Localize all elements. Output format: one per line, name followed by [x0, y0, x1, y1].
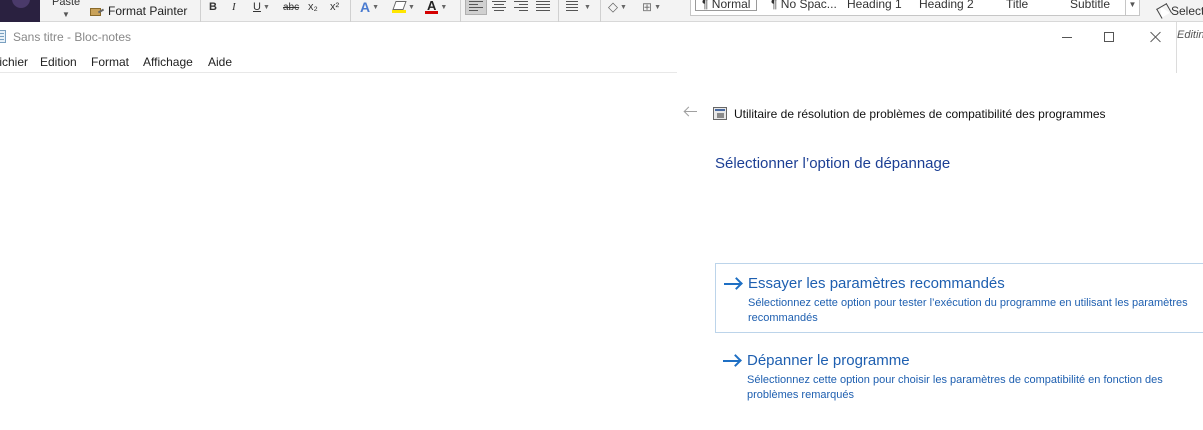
close-icon [1150, 31, 1162, 43]
arrow-right-icon [724, 278, 742, 290]
italic-button[interactable]: I [232, 0, 236, 14]
notepad-text-area[interactable] [0, 74, 677, 430]
minimize-button[interactable] [1044, 22, 1090, 52]
menu-affichage[interactable]: Affichage [143, 55, 193, 69]
ribbon-divider [558, 0, 559, 22]
troubleshooter-window: Utilitaire de résolution de problèmes de… [677, 73, 1203, 430]
format-painter-icon [90, 6, 104, 16]
align-left-button[interactable] [465, 0, 487, 15]
style-heading-1[interactable]: Heading 1 [847, 0, 902, 11]
style-heading-2[interactable]: Heading 2 [919, 0, 974, 11]
notepad-icon [0, 30, 6, 43]
align-center-button[interactable] [492, 1, 506, 13]
text-effects-button[interactable]: A ▼ [360, 0, 379, 15]
font-color-icon: A [425, 0, 439, 14]
minimize-icon [1062, 36, 1072, 38]
ribbon-divider [200, 0, 201, 22]
account-area [0, 0, 40, 22]
arrow-right-icon [723, 355, 741, 367]
select-label: Select [1171, 4, 1203, 18]
style-normal[interactable]: ¶ Normal [695, 0, 758, 11]
highlighter-icon [392, 1, 406, 13]
shading-button[interactable]: ◇ ▼ [608, 0, 627, 14]
underline-label: U [253, 1, 261, 13]
text-effects-icon: A [360, 0, 371, 15]
ribbon-divider [460, 0, 461, 22]
underline-dropdown-icon[interactable]: ▼ [263, 4, 270, 11]
highlight-button[interactable]: ▼ [392, 0, 415, 14]
notepad-menu-bar: Fichier Edition Format Affichage Aide [0, 52, 677, 73]
paste-dropdown-icon[interactable]: ▼ [62, 10, 70, 19]
option-troubleshoot-program[interactable]: Dépanner le programme Sélectionnez cette… [715, 341, 1203, 411]
option-description: Sélectionnez cette option pour tester l’… [748, 297, 1188, 324]
option-recommended-settings[interactable]: Essayer les paramètres recommandés Sélec… [715, 263, 1203, 333]
notepad-title-bar[interactable]: Sans titre - Bloc-notes [0, 22, 1176, 52]
align-right-button[interactable] [514, 1, 528, 13]
highlight-dropdown-icon[interactable]: ▼ [408, 4, 415, 11]
maximize-icon [1104, 32, 1114, 42]
editing-label: Editing [1177, 29, 1203, 41]
borders-button[interactable]: ⊞ ▼ [642, 0, 661, 14]
font-color-button[interactable]: A ▼ [425, 0, 447, 14]
style-subtitle[interactable]: Subtitle [1070, 0, 1110, 11]
word-ribbon: Paste ▼ Format Painter B I U ▼ abc x₂ x²… [0, 0, 1203, 22]
menu-edition[interactable]: Edition [40, 55, 77, 69]
line-spacing-button[interactable] [566, 1, 580, 13]
superscript-button[interactable]: x² [330, 0, 339, 14]
menu-format[interactable]: Format [91, 55, 129, 69]
style-title[interactable]: Title [1006, 0, 1028, 11]
subscript-button[interactable]: x₂ [308, 0, 318, 14]
option-title: Dépanner le programme [747, 352, 910, 369]
select-button[interactable]: Select [1156, 4, 1203, 18]
menu-fichier[interactable]: Fichier [0, 55, 28, 69]
page-heading: Sélectionner l’option de dépannage [715, 155, 951, 172]
font-color-dropdown-icon[interactable]: ▼ [440, 4, 447, 11]
styles-more-icon[interactable]: ▼ [1125, 0, 1139, 16]
format-painter-button[interactable]: Format Painter [90, 4, 187, 18]
underline-button[interactable]: U ▼ [253, 0, 270, 14]
back-arrow-icon[interactable] [683, 106, 699, 118]
select-cursor-icon [1156, 4, 1170, 18]
strikethrough-button[interactable]: abc [283, 0, 299, 14]
troubleshooter-title: Utilitaire de résolution de problèmes de… [734, 107, 1106, 121]
troubleshooter-icon [713, 107, 727, 120]
notepad-title: Sans titre - Bloc-notes [13, 30, 132, 44]
styles-gallery: ¶ Normal ¶ No Spac... Heading 1 Heading … [690, 0, 1140, 16]
paste-button[interactable]: Paste [52, 0, 80, 8]
bold-button[interactable]: B [209, 0, 217, 14]
format-painter-label: Format Painter [108, 4, 188, 18]
menu-aide[interactable]: Aide [208, 55, 232, 69]
close-button[interactable] [1133, 22, 1179, 52]
line-spacing-dropdown-icon[interactable]: ▼ [582, 0, 591, 14]
ribbon-divider [350, 0, 351, 22]
text-effects-dropdown-icon[interactable]: ▼ [372, 4, 379, 11]
ribbon-divider [600, 0, 601, 22]
maximize-button[interactable] [1086, 22, 1132, 52]
option-description: Sélectionnez cette option pour choisir l… [747, 374, 1163, 401]
option-title: Essayer les paramètres recommandés [748, 275, 1005, 292]
style-no-spacing[interactable]: ¶ No Spac... [771, 0, 837, 11]
justify-button[interactable] [536, 1, 550, 13]
